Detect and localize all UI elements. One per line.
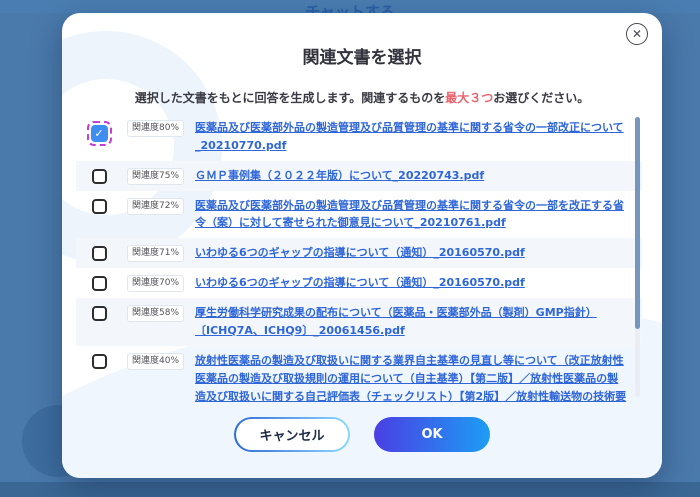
document-checkbox[interactable] <box>92 246 107 261</box>
document-checkbox[interactable] <box>92 169 107 184</box>
modal-title: 関連文書を選択 <box>62 43 662 68</box>
subtitle-text-suffix: お選びください。 <box>493 91 589 105</box>
background-chat-link[interactable]: チャットする <box>305 0 395 13</box>
background-header-bar: チャットする <box>0 0 700 13</box>
document-row: 関連度70% いわゆる6つのギャップの指導について（通知）_20160570.p… <box>76 268 642 298</box>
page-background: チャットする ✕ 関連文書を選択 選択した文書をもとに回答を生成します。関連する… <box>0 0 700 497</box>
list-scrollbar-thumb[interactable] <box>635 117 640 329</box>
subtitle-max-count: 最大３つ <box>445 91 493 105</box>
document-row: 関連度40% 放射性医薬品の製造及び取扱いに関する業界自主基準の見直し等について… <box>76 346 642 403</box>
modal-subtitle: 選択した文書をもとに回答を生成します。関連するものを最大３つお選びください。 <box>62 89 662 106</box>
document-checkbox[interactable] <box>92 354 107 369</box>
select-documents-modal: ✕ 関連文書を選択 選択した文書をもとに回答を生成します。関連するものを最大３つ… <box>62 13 662 478</box>
relevance-badge: 関連度40% <box>127 353 184 370</box>
document-link[interactable]: 放射性医薬品の製造及び取扱いに関する業界自主基準の見直し等について（改正放射性医… <box>195 352 628 403</box>
cancel-button[interactable]: キャンセル <box>234 417 350 452</box>
relevance-badge: 関連度72% <box>127 198 184 215</box>
relevance-badge: 関連度75% <box>127 168 184 185</box>
document-link[interactable]: 厚生労働科学研究成果の配布について（医薬品・医薬部外品（製剤）GMP指針）〔IC… <box>195 304 628 340</box>
document-checkbox[interactable] <box>92 276 107 291</box>
relevance-badge: 関連度71% <box>127 245 184 262</box>
document-link[interactable]: 医薬品及び医薬部外品の製造管理及び品質管理の基準に関する省令の一部を改正する省令… <box>195 197 628 233</box>
background-footer-bar <box>0 482 700 497</box>
document-link[interactable]: ＧＭＰ事例集（２０２２年版）について_20220743.pdf <box>195 167 484 185</box>
document-row: 関連度71% いわゆる6つのギャップの指導について（通知）_20160570.p… <box>76 238 642 268</box>
list-scrollbar-track[interactable] <box>635 117 640 397</box>
document-checkbox[interactable]: ✓ <box>91 125 108 142</box>
document-link[interactable]: 医薬品及び医薬部外品の製造管理及び品質管理の基準に関する省令の一部改正について_… <box>195 119 628 155</box>
document-list: ✓ 関連度80% 医薬品及び医薬部外品の製造管理及び品質管理の基準に関する省令の… <box>76 113 642 403</box>
document-checkbox[interactable] <box>92 306 107 321</box>
document-link[interactable]: いわゆる6つのギャップの指導について（通知）_20160570.pdf <box>195 274 525 292</box>
document-row: 関連度72% 医薬品及び医薬部外品の製造管理及び品質管理の基準に関する省令の一部… <box>76 191 642 239</box>
relevance-badge: 関連度58% <box>127 305 184 322</box>
close-icon[interactable]: ✕ <box>626 23 648 45</box>
document-checkbox[interactable] <box>92 199 107 214</box>
relevance-badge: 関連度70% <box>127 275 184 292</box>
document-row: 関連度58% 厚生労働科学研究成果の配布について（医薬品・医薬部外品（製剤）GM… <box>76 298 642 346</box>
checkbox-focus-ring: ✓ <box>87 121 112 146</box>
subtitle-text: 選択した文書をもとに回答を生成します。関連するものを <box>135 91 446 105</box>
document-row: 関連度75% ＧＭＰ事例集（２０２２年版）について_20220743.pdf <box>76 161 642 191</box>
document-link[interactable]: いわゆる6つのギャップの指導について（通知）_20160570.pdf <box>195 244 525 262</box>
relevance-badge: 関連度80% <box>127 120 184 137</box>
document-row: ✓ 関連度80% 医薬品及び医薬部外品の製造管理及び品質管理の基準に関する省令の… <box>76 113 642 161</box>
cancel-button-label: キャンセル <box>236 419 348 450</box>
modal-footer: キャンセル OK <box>62 417 662 452</box>
ok-button[interactable]: OK <box>374 417 490 452</box>
